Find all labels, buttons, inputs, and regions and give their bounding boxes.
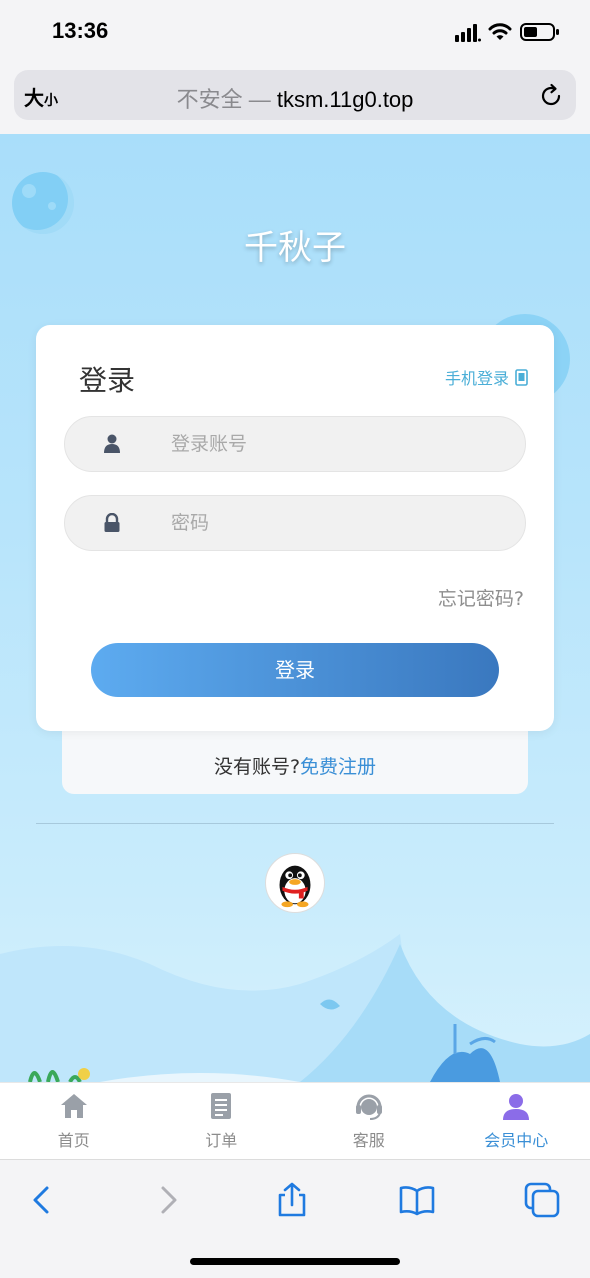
tabs-icon[interactable] [524, 1182, 560, 1218]
phone-login-link[interactable]: 手机登录 [445, 365, 528, 389]
password-field[interactable] [64, 495, 526, 551]
login-card: 登录 手机登录 忘记密码? 登录 [36, 325, 554, 731]
phone-icon [515, 368, 528, 386]
signal-icon [455, 24, 481, 42]
phone-login-label: 手机登录 [444, 369, 509, 388]
lock-icon [104, 513, 120, 532]
address-bar[interactable]: 大小 不安全 — tksm.11g0.top [14, 70, 576, 120]
tab-member-center[interactable]: 会员中心 [443, 1083, 590, 1159]
member-icon [503, 1094, 530, 1120]
password-input[interactable] [171, 496, 511, 550]
bookmarks-icon[interactable] [399, 1182, 435, 1218]
home-indicator [190, 1258, 400, 1265]
site-title: 千秋子 [244, 228, 346, 268]
qq-penguin-icon [279, 865, 311, 908]
login-heading: 登录 [79, 364, 136, 397]
tab-label: 首页 [57, 1131, 90, 1150]
register-link[interactable]: 免费注册 [300, 756, 376, 778]
tab-label: 客服 [352, 1131, 385, 1150]
url-host: tksm.11g0.top [276, 87, 414, 112]
user-icon [104, 434, 120, 453]
insecure-label: 不安全 — [176, 87, 271, 112]
login-button[interactable]: 登录 [91, 643, 499, 697]
divider [36, 823, 554, 824]
tab-support[interactable]: 客服 [295, 1083, 443, 1159]
back-icon[interactable] [24, 1182, 60, 1218]
status-time: 13:36 [52, 18, 109, 43]
page-content: 千秋子 没有账号?免费注册 登录 手机登录 登录账号 忘记密码? 登录 [0, 134, 590, 1082]
browser-address-area: 大小 不安全 — tksm.11g0.top [0, 64, 590, 134]
tab-label: 订单 [205, 1131, 238, 1150]
wifi-icon [488, 23, 512, 40]
battery-icon [520, 23, 559, 41]
status-bar: 13:36 [0, 0, 590, 64]
orders-icon [211, 1093, 232, 1119]
register-prompt: 没有账号?免费注册 [62, 752, 528, 779]
tab-label: 会员中心 [484, 1131, 549, 1150]
account-input[interactable] [171, 417, 511, 471]
url-text[interactable]: 不安全 — tksm.11g0.top [14, 82, 576, 114]
share-icon[interactable] [274, 1182, 310, 1218]
no-account-text: 没有账号? [213, 756, 301, 778]
qq-login-button[interactable] [265, 853, 325, 913]
tab-home[interactable]: 首页 [0, 1083, 148, 1159]
tab-orders[interactable]: 订单 [148, 1083, 296, 1159]
forward-icon[interactable] [150, 1182, 186, 1218]
account-field[interactable] [64, 416, 526, 472]
reload-icon[interactable] [538, 83, 564, 109]
home-icon [60, 1094, 87, 1118]
tab-bar: 首页 订单 客服 会员中心 [0, 1082, 590, 1159]
wave-scenery [0, 934, 590, 1082]
support-icon [355, 1094, 382, 1120]
forgot-password-link[interactable]: 忘记密码? [438, 584, 524, 611]
